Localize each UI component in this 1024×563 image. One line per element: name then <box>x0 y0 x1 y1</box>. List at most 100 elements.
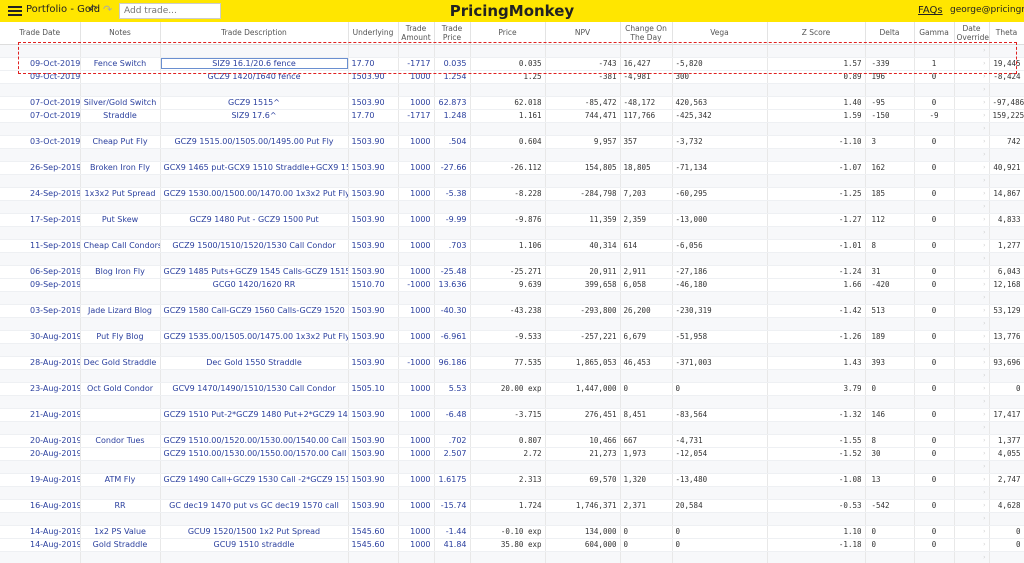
date-override-chevron-icon[interactable]: › <box>954 174 990 188</box>
underlying-cell[interactable]: 1545.60 <box>348 538 399 552</box>
date-override-chevron-icon[interactable]: › <box>954 473 990 487</box>
price-cell[interactable]: 1.106 <box>470 239 546 253</box>
empty-cell[interactable] <box>398 122 435 136</box>
gamma-cell[interactable]: 0 <box>914 135 955 149</box>
empty-cell[interactable] <box>80 343 161 357</box>
theta-cell[interactable]: 1,377 <box>989 434 1024 448</box>
price-cell[interactable]: 1.25 <box>470 70 546 84</box>
price-cell[interactable]: 2.313 <box>470 473 546 487</box>
change-cell[interactable]: 117,766 <box>620 109 673 123</box>
empty-cell[interactable] <box>914 421 955 435</box>
npv-cell[interactable]: 134,000 <box>545 525 621 539</box>
trade-price-cell[interactable]: 62.873 <box>434 96 471 110</box>
zscore-cell[interactable]: -1.27 <box>767 213 866 227</box>
amount-cell[interactable]: -1717 <box>398 109 435 123</box>
empty-cell[interactable] <box>80 512 161 526</box>
faqs-link[interactable]: FAQs <box>918 5 943 16</box>
gamma-cell[interactable]: 0 <box>914 356 955 370</box>
theta-cell[interactable]: 17,417 <box>989 408 1024 422</box>
trade-date-cell[interactable]: 07-Oct-2019 <box>0 109 81 123</box>
npv-cell[interactable]: 1,447,000 <box>545 382 621 396</box>
underlying-cell[interactable]: 1503.90 <box>348 239 399 253</box>
col-header-date[interactable]: Trade Date <box>0 22 81 45</box>
npv-cell[interactable]: -743 <box>545 57 621 71</box>
empty-cell[interactable] <box>672 44 768 58</box>
theta-cell[interactable]: 4,628 <box>989 499 1024 513</box>
amount-cell[interactable]: 1000 <box>398 239 435 253</box>
delta-cell[interactable]: 0 <box>865 525 915 539</box>
change-cell[interactable]: -48,172 <box>620 96 673 110</box>
empty-cell[interactable] <box>767 226 866 240</box>
empty-cell[interactable] <box>398 174 435 188</box>
empty-cell[interactable] <box>348 291 399 305</box>
trade-price-cell[interactable]: 1.6175 <box>434 473 471 487</box>
notes-cell[interactable]: Condor Tues <box>80 434 161 448</box>
vega-cell[interactable]: -13,000 <box>672 213 768 227</box>
empty-cell[interactable] <box>0 486 81 500</box>
amount-cell[interactable]: 1000 <box>398 213 435 227</box>
empty-cell[interactable] <box>865 421 915 435</box>
spacer-row[interactable]: › <box>0 291 1024 305</box>
empty-cell[interactable] <box>672 343 768 357</box>
spacer-row[interactable]: › <box>0 395 1024 409</box>
empty-cell[interactable] <box>80 83 161 97</box>
empty-cell[interactable] <box>434 252 471 266</box>
empty-cell[interactable] <box>914 148 955 162</box>
date-override-chevron-icon[interactable]: › <box>954 525 990 539</box>
empty-cell[interactable] <box>80 44 161 58</box>
gamma-cell[interactable]: 0 <box>914 473 955 487</box>
npv-cell[interactable]: 276,451 <box>545 408 621 422</box>
change-cell[interactable]: -4,981 <box>620 70 673 84</box>
notes-cell[interactable] <box>80 278 161 292</box>
empty-cell[interactable] <box>348 512 399 526</box>
trade-date-cell[interactable]: 30-Aug-2019 <box>0 330 81 344</box>
theta-cell[interactable]: -8,424 <box>989 70 1024 84</box>
empty-cell[interactable] <box>767 44 866 58</box>
gamma-cell[interactable]: 0 <box>914 265 955 279</box>
change-cell[interactable]: 0 <box>620 538 673 552</box>
empty-cell[interactable] <box>0 512 81 526</box>
empty-cell[interactable] <box>160 83 349 97</box>
vega-cell[interactable]: -83,564 <box>672 408 768 422</box>
description-cell[interactable]: GCZ9 1515^ <box>160 96 349 110</box>
price-cell[interactable]: 0.604 <box>470 135 546 149</box>
empty-cell[interactable] <box>348 486 399 500</box>
empty-cell[interactable] <box>989 395 1024 409</box>
npv-cell[interactable]: 1,746,371 <box>545 499 621 513</box>
npv-cell[interactable]: -381 <box>545 70 621 84</box>
empty-cell[interactable] <box>160 44 349 58</box>
description-cell[interactable]: GCZ9 1530.00/1500.00/1470.00 1x3x2 Put F… <box>160 187 349 201</box>
price-cell[interactable]: -9.533 <box>470 330 546 344</box>
theta-cell[interactable]: -97,486 <box>989 96 1024 110</box>
gamma-cell[interactable]: 0 <box>914 96 955 110</box>
date-override-chevron-icon[interactable]: › <box>954 460 990 474</box>
empty-cell[interactable] <box>672 122 768 136</box>
vega-cell[interactable]: 0 <box>672 538 768 552</box>
date-override-chevron-icon[interactable]: › <box>954 252 990 266</box>
notes-cell[interactable]: RR <box>80 499 161 513</box>
empty-cell[interactable] <box>672 460 768 474</box>
trade-row[interactable]: 09-Oct-2019 GCZ9 1420/1640 fence 1503.90 10… <box>0 70 1024 84</box>
date-override-chevron-icon[interactable]: › <box>954 187 990 201</box>
empty-cell[interactable] <box>767 343 866 357</box>
trade-row[interactable]: 11-Sep-2019 Cheap Call Condors GCZ9 1500/1… <box>0 239 1024 253</box>
hamburger-menu-icon[interactable] <box>8 6 22 16</box>
npv-cell[interactable]: 40,314 <box>545 239 621 253</box>
change-cell[interactable]: 2,371 <box>620 499 673 513</box>
notes-cell[interactable]: Oct Gold Condor <box>80 382 161 396</box>
empty-cell[interactable] <box>434 226 471 240</box>
gamma-cell[interactable]: 1 <box>914 57 955 71</box>
empty-cell[interactable] <box>865 252 915 266</box>
selected-description-cell[interactable]: SIZ9 16.1/20.6 fence <box>160 58 347 69</box>
empty-cell[interactable] <box>434 44 471 58</box>
trade-row[interactable]: 07-Oct-2019 Silver/Gold Switch GCZ9 1515^ 1… <box>0 96 1024 110</box>
trade-date-cell[interactable]: 09-Sep-2019 <box>0 278 81 292</box>
empty-cell[interactable] <box>470 395 546 409</box>
gamma-cell[interactable]: 0 <box>914 408 955 422</box>
empty-cell[interactable] <box>0 44 81 58</box>
vega-cell[interactable]: -5,820 <box>672 57 768 71</box>
underlying-cell[interactable]: 1503.90 <box>348 135 399 149</box>
col-header-price[interactable]: Price <box>470 22 546 45</box>
empty-cell[interactable] <box>914 460 955 474</box>
theta-cell[interactable]: 2,747 <box>989 473 1024 487</box>
